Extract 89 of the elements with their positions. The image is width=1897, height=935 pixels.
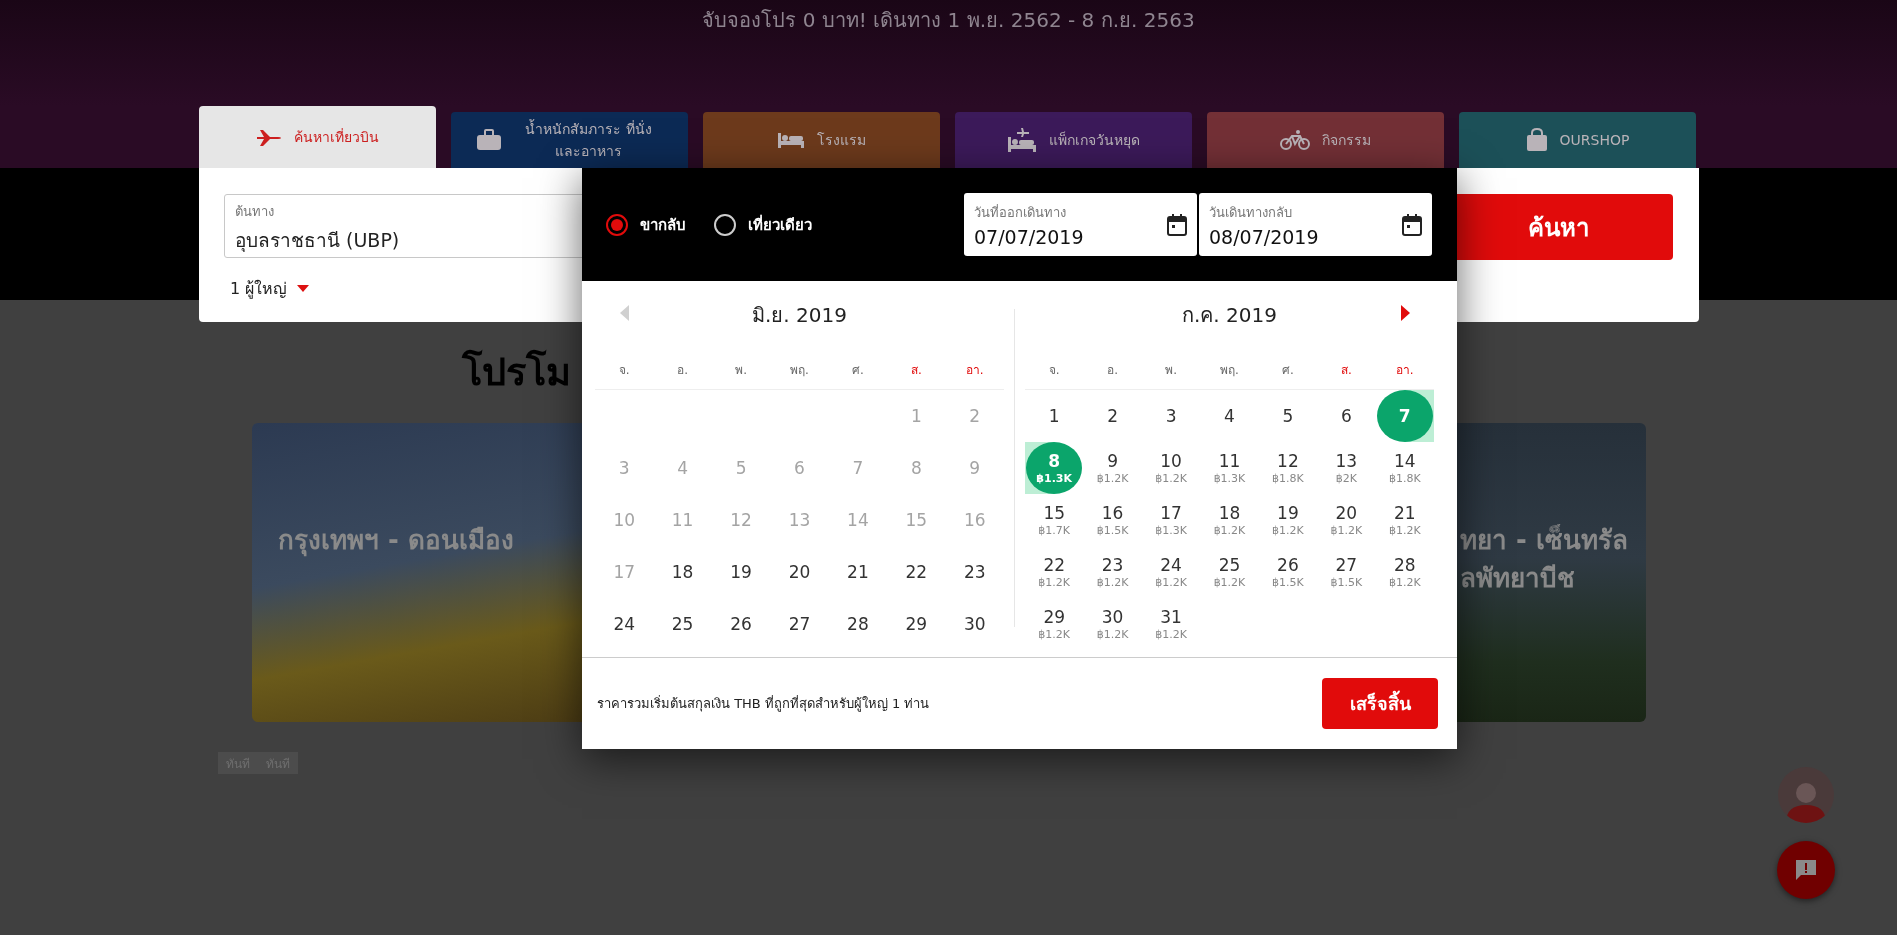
month-title: ก.ค. 2019	[1181, 302, 1278, 329]
promo-title: ลพัทยาบีช	[1460, 562, 1576, 595]
weekday-label: จ.	[1048, 361, 1060, 379]
field-label: วันที่ออกเดินทาง	[974, 203, 1067, 222]
calendar-day[interactable]: 11 ฿1.3K	[1201, 442, 1258, 494]
calendar-icon	[1402, 213, 1422, 236]
suitcase-icon	[475, 129, 502, 151]
calendar-day[interactable]: 20 ฿1.2K	[1318, 494, 1375, 546]
calendar-day[interactable]: 23	[946, 546, 1003, 598]
calendar-day[interactable]: 18	[654, 546, 711, 598]
calendar-day[interactable]: 29	[888, 598, 945, 650]
passenger-dropdown[interactable]: 1 ผู้ใหญ่	[224, 276, 316, 301]
calendar-day[interactable]: 18 ฿1.2K	[1201, 494, 1258, 546]
bed-plane-icon	[1007, 127, 1037, 153]
done-button[interactable]: เสร็จสิ้น	[1322, 678, 1438, 729]
calendar-day[interactable]: 25	[654, 598, 711, 650]
calendar-day[interactable]: 3	[1143, 390, 1200, 442]
field-value: 08/07/2019	[1209, 225, 1319, 248]
chat-button[interactable]	[1777, 841, 1835, 899]
calendar-day[interactable]: 16 ฿1.5K	[1084, 494, 1141, 546]
calendar-day[interactable]: 22	[888, 546, 945, 598]
bed-icon	[777, 131, 805, 149]
weekday-label: อ.	[677, 361, 689, 379]
calendar-day[interactable]: 17 ฿1.3K	[1143, 494, 1200, 546]
date-field[interactable]: วันเดินทางกลับ 08/07/2019	[1199, 193, 1432, 256]
product-tab[interactable]: โรงแรม	[703, 112, 940, 168]
speech-bubble-icon	[1794, 858, 1818, 882]
weekday-label: ส.	[910, 361, 922, 379]
weekday-label: พ.	[735, 361, 747, 379]
calendar-day[interactable]: 28	[829, 598, 886, 650]
calendar-day[interactable]: 24 ฿1.2K	[1143, 546, 1200, 598]
bicycle-icon	[1280, 129, 1310, 151]
field-label: ต้นทาง	[235, 203, 275, 221]
promo-title: กรุงเทพฯ - ดอนเมือง	[278, 524, 515, 559]
weekday-label: ส.	[1340, 361, 1352, 379]
promo-title: ทยา - เซ็นทรัล	[1460, 523, 1629, 557]
weekday-label: อ.	[1107, 361, 1119, 379]
weekday-label: ศ.	[1282, 361, 1294, 379]
weekday-label: จ.	[618, 361, 630, 379]
calendar-day[interactable]: 31 ฿1.2K	[1143, 598, 1200, 650]
weekday-label: อา.	[965, 361, 984, 379]
calendar-day[interactable]: 30 ฿1.2K	[1084, 598, 1141, 650]
calendar-day[interactable]: 21 ฿1.2K	[1376, 494, 1433, 546]
calendar-day[interactable]: 23 ฿1.2K	[1084, 546, 1141, 598]
calendar-day[interactable]: 20	[771, 546, 828, 598]
calendar-day[interactable]: 13 ฿2K	[1318, 442, 1375, 494]
shopping-bag-icon	[1525, 128, 1548, 152]
weekday-label: อา.	[1395, 361, 1414, 379]
month-title: มิ.ย. 2019	[751, 302, 848, 329]
product-tab[interactable]: กิจกรรม	[1207, 112, 1444, 168]
airplane-icon	[256, 127, 282, 147]
field-value: 07/07/2019	[974, 225, 1084, 248]
field-label: วันเดินทางกลับ	[1209, 203, 1293, 222]
weekday-label: พ.	[1165, 361, 1177, 379]
calendar-day[interactable]: 25 ฿1.2K	[1201, 546, 1258, 598]
promo-headline: จับจองโปร 0 บาท! เดินทาง 1 พ.ย. 2562 - 8 ก.ย. 2563	[702, 7, 1195, 34]
weekday-label: พฤ.	[1220, 361, 1239, 379]
calendar-day[interactable]: 27	[771, 598, 828, 650]
weekday-label: ศ.	[852, 361, 864, 379]
date-field[interactable]: วันที่ออกเดินทาง 07/07/2019	[964, 193, 1197, 256]
calendar-day[interactable]: 29 ฿1.2K	[1026, 598, 1083, 650]
calendar-day[interactable]: 2	[1084, 390, 1141, 442]
product-tab[interactable]: น้ำหนักสัมภาระ ที่นั่ง และอาหาร	[451, 112, 688, 168]
calendar-day[interactable]: 30	[946, 598, 1003, 650]
radio-button[interactable]	[606, 213, 628, 236]
product-tab[interactable]: ค้นหาเที่ยวบิน	[199, 106, 436, 168]
calendar-day[interactable]: 22 ฿1.2K	[1026, 546, 1083, 598]
weekday-label: พฤ.	[790, 361, 809, 379]
calendar-day[interactable]: 4	[1201, 390, 1258, 442]
calendar-day[interactable]: 19	[713, 546, 770, 598]
section-heading: โปรโม	[462, 348, 571, 396]
calendar-day[interactable]: 1	[1026, 390, 1083, 442]
radio-label: เที่ยวเดียว	[748, 213, 812, 236]
right-triangle-icon	[1400, 305, 1410, 321]
field-value: อุบลราชธานี (UBP)	[235, 228, 401, 254]
calendar-day[interactable]: 21	[829, 546, 886, 598]
product-tab[interactable]: OURSHOP	[1459, 112, 1696, 168]
calendar-day[interactable]: 26	[713, 598, 770, 650]
calendar-day[interactable]: 9 ฿1.2K	[1084, 442, 1141, 494]
calendar-day[interactable]: 28 ฿1.2K	[1376, 546, 1433, 598]
caret-icon	[297, 285, 310, 292]
calendar-day[interactable]: 10 ฿1.2K	[1143, 442, 1200, 494]
product-tab[interactable]: แพ็กเกจวันหยุด	[955, 112, 1192, 168]
calendar-day[interactable]: 14 ฿1.8K	[1376, 442, 1433, 494]
radio-label: ขากลับ	[640, 214, 686, 236]
calendar-day[interactable]: 27 ฿1.5K	[1318, 546, 1375, 598]
calendar-day[interactable]: 15 ฿1.7K	[1026, 494, 1083, 546]
calendar-icon	[1167, 213, 1187, 236]
left-triangle-icon	[619, 305, 629, 321]
